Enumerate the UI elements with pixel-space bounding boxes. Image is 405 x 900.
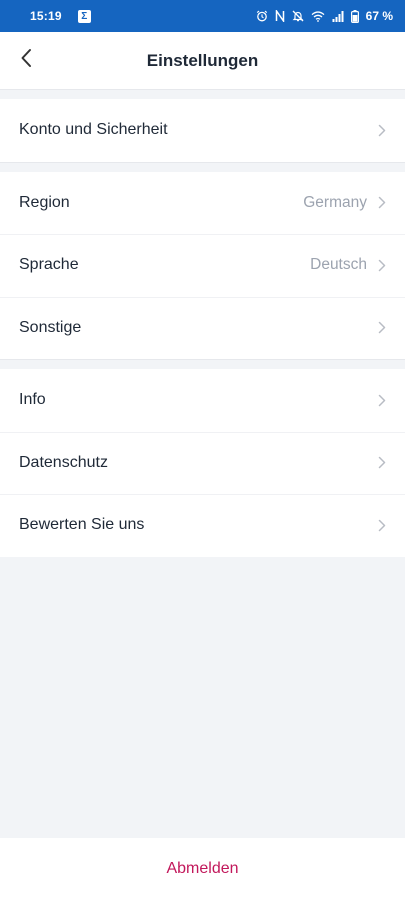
nfc-icon (275, 10, 285, 22)
page-title: Einstellungen (146, 50, 259, 70)
settings-item-account-security[interactable]: Konto und Sicherheit (0, 99, 405, 162)
settings-item-label: Region (19, 193, 70, 211)
settings-item-rate-us[interactable]: Bewerten Sie uns (0, 494, 405, 557)
settings-item-region[interactable]: Region Germany (0, 172, 405, 235)
settings-item-info[interactable]: Info (0, 369, 405, 432)
language-value: Deutsch (310, 256, 367, 274)
wifi-icon (311, 10, 325, 22)
settings-item-label: Datenschutz (19, 453, 108, 471)
settings-group-general: Region Germany Sprache Deutsch Sonstige (0, 171, 405, 360)
section-gap (0, 359, 405, 369)
region-value: Germany (303, 193, 367, 211)
back-button[interactable] (12, 46, 40, 74)
battery-icon (350, 9, 359, 23)
app-header: Einstellungen (0, 32, 405, 89)
chevron-right-icon (377, 123, 387, 137)
chevron-left-icon (20, 48, 32, 73)
alarm-icon (256, 10, 268, 22)
chevron-right-icon (377, 321, 387, 335)
section-gap (0, 89, 405, 99)
chevron-right-icon (377, 258, 387, 272)
settings-group-account: Konto und Sicherheit (0, 99, 405, 162)
status-time: 15:19 (30, 9, 62, 23)
status-bar: 15:19 Σ 67 % (0, 0, 405, 32)
chevron-right-icon (377, 456, 387, 470)
settings-item-label: Info (19, 391, 46, 409)
chevron-right-icon (377, 393, 387, 407)
section-gap (0, 161, 405, 172)
settings-item-label: Sprache (19, 256, 79, 274)
settings-group-about: Info Datenschutz Bewerten Sie uns (0, 369, 405, 557)
settings-item-label: Bewerten Sie uns (19, 516, 145, 534)
settings-item-label: Sonstige (19, 318, 82, 336)
bottom-bar: Abmelden (0, 838, 405, 900)
chevron-right-icon (377, 518, 387, 532)
settings-item-privacy[interactable]: Datenschutz (0, 431, 405, 495)
sigma-app-icon: Σ (77, 9, 91, 23)
chevron-right-icon (377, 196, 387, 210)
battery-percentage: 67 % (365, 9, 393, 23)
status-icons: 67 % (256, 9, 393, 23)
settings-item-other[interactable]: Sonstige (0, 296, 405, 360)
notifications-off-icon (292, 10, 304, 22)
logout-button[interactable]: Abmelden (166, 860, 238, 878)
settings-item-language[interactable]: Sprache Deutsch (0, 234, 405, 297)
signal-icon (332, 10, 344, 22)
settings-item-label: Konto und Sicherheit (19, 121, 168, 139)
